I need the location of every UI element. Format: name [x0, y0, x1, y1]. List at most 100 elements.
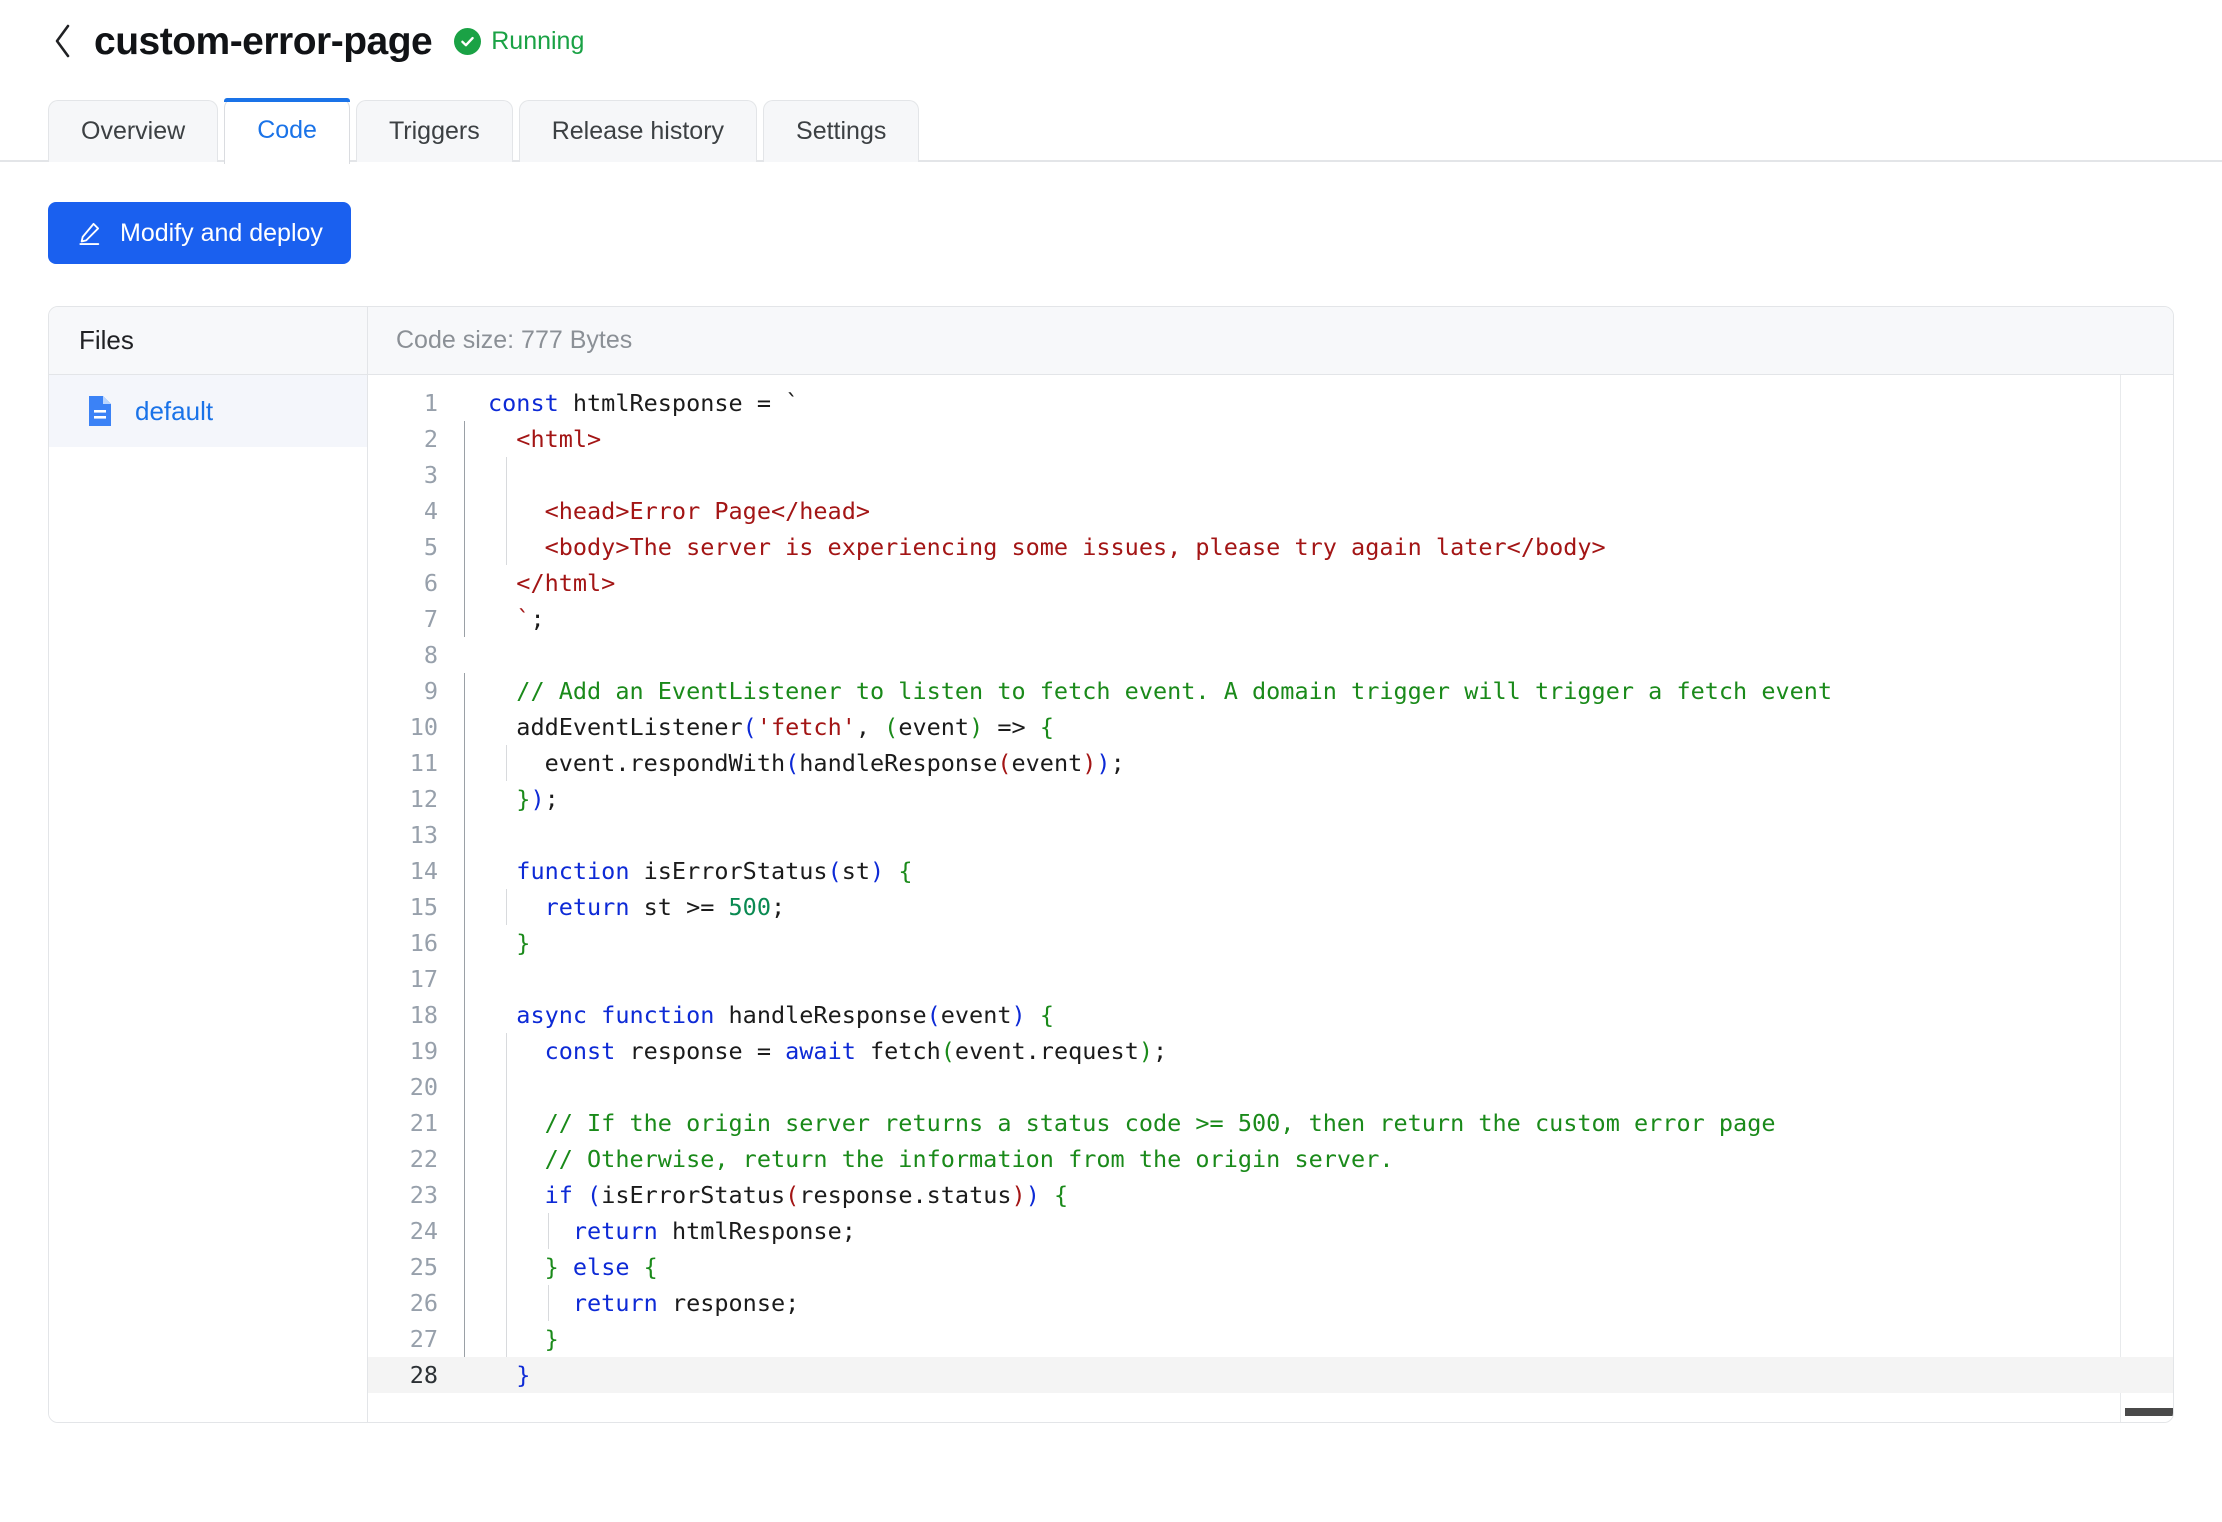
code-line[interactable]: 3: [368, 457, 2173, 493]
page-header: custom-error-page Running: [0, 0, 2222, 61]
modify-and-deploy-button[interactable]: Modify and deploy: [48, 202, 351, 264]
code-line[interactable]: 5 <body>The server is experiencing some …: [368, 529, 2173, 565]
line-number: 21: [409, 1109, 438, 1137]
code-line-text: addEventListener('fetch', (event) => {: [464, 709, 2173, 745]
tab-label: Settings: [796, 117, 887, 145]
file-document-icon: [87, 395, 113, 427]
code-line[interactable]: 20: [368, 1069, 2173, 1105]
code-token: ;: [544, 785, 559, 813]
indent-guide: [464, 1249, 465, 1285]
code-token: ;: [1153, 1037, 1168, 1065]
code-line[interactable]: 8: [368, 637, 2173, 673]
code-token: ;: [530, 605, 545, 633]
tab-bar: Overview Code Triggers Release history S…: [0, 96, 2222, 164]
line-number: 10: [409, 713, 438, 741]
tab-triggers[interactable]: Triggers: [355, 100, 513, 162]
code-line[interactable]: 15 return st >= 500;: [368, 889, 2173, 925]
indent-guide: [464, 493, 465, 529]
code-token: st: [841, 857, 871, 885]
horizontal-scrollbar[interactable]: [2125, 1408, 2173, 1416]
code-line[interactable]: 16 }: [368, 925, 2173, 961]
code-line[interactable]: 23 if (isErrorStatus(response.status)) {: [368, 1177, 2173, 1213]
indent-guide: [464, 673, 465, 709]
code-line[interactable]: 1 const htmlResponse = `: [368, 385, 2173, 421]
code-line[interactable]: 28 }: [368, 1357, 2173, 1393]
code-line-text: // Add an EventListener to listen to fet…: [464, 673, 2173, 709]
line-number: 9: [423, 677, 438, 705]
line-number: 12: [409, 785, 438, 813]
code-line[interactable]: 27 }: [368, 1321, 2173, 1357]
tab-release-history[interactable]: Release history: [518, 100, 758, 162]
code-line[interactable]: 7 `;: [368, 601, 2173, 637]
code-editor[interactable]: 1 const htmlResponse = ` 2 <html> 3 4 <head>…: [368, 375, 2173, 1422]
line-number: 28: [409, 1361, 438, 1389]
indent-guide: [464, 709, 465, 745]
code-token: 500: [728, 893, 771, 921]
code-token: htmlResponse = `: [572, 389, 800, 417]
code-line[interactable]: 25 } else {: [368, 1249, 2173, 1285]
code-line[interactable]: 13: [368, 817, 2173, 853]
code-line[interactable]: 2 <html>: [368, 421, 2173, 457]
code-token: (: [884, 713, 899, 741]
code-line[interactable]: 17: [368, 961, 2173, 997]
code-token: function: [516, 857, 644, 885]
code-token: addEventListener: [488, 713, 743, 741]
code-line[interactable]: 9 // Add an EventListener to listen to f…: [368, 673, 2173, 709]
line-number: 2: [423, 425, 438, 453]
code-line[interactable]: 6 </html>: [368, 565, 2173, 601]
line-number: 17: [409, 965, 438, 993]
line-number: 4: [423, 497, 438, 525]
action-bar: Modify and deploy: [0, 162, 2222, 264]
code-line[interactable]: 22 // Otherwise, return the information …: [368, 1141, 2173, 1177]
tab-code[interactable]: Code: [224, 98, 350, 164]
code-line-text: <body>The server is experiencing some is…: [464, 529, 2173, 565]
indent-guide: [506, 493, 507, 529]
indent-guide: [464, 601, 465, 637]
code-line[interactable]: 18 async function handleResponse(event) …: [368, 997, 2173, 1033]
code-line[interactable]: 10 addEventListener('fetch', (event) => …: [368, 709, 2173, 745]
code-line[interactable]: 14 function isErrorStatus(st) {: [368, 853, 2173, 889]
line-number: 16: [409, 929, 438, 957]
code-line[interactable]: 24 return htmlResponse;: [368, 1213, 2173, 1249]
tab-settings[interactable]: Settings: [763, 100, 920, 162]
code-line-text: // Otherwise, return the information fro…: [464, 1141, 2173, 1177]
code-line-list: 1 const htmlResponse = ` 2 <html> 3 4 <head>…: [368, 385, 2173, 1393]
indent-guide: [464, 1141, 465, 1177]
code-token: // Add an EventListener to listen to fet…: [488, 677, 1833, 705]
indent-guide: [464, 781, 465, 817]
back-button[interactable]: [48, 24, 78, 58]
indent-guide: [464, 421, 465, 457]
indent-guide: [464, 997, 465, 1033]
code-line[interactable]: 11 event.respondWith(handleResponse(even…: [368, 745, 2173, 781]
code-token: }: [516, 785, 531, 813]
indent-guide: [548, 1285, 549, 1321]
code-line[interactable]: 4 <head>Error Page</head>: [368, 493, 2173, 529]
tab-overview[interactable]: Overview: [48, 100, 219, 162]
code-line[interactable]: 19 const response = await fetch(event.re…: [368, 1033, 2173, 1069]
line-number: 23: [409, 1181, 438, 1209]
code-line[interactable]: 12 });: [368, 781, 2173, 817]
code-token: ): [1011, 1001, 1026, 1029]
indent-guide: [464, 1285, 465, 1321]
code-line[interactable]: 21 // If the origin server returns a sta…: [368, 1105, 2173, 1141]
code-line-text: </html>: [464, 565, 2173, 601]
code-line[interactable]: 26 return response;: [368, 1285, 2173, 1321]
indent-guide: [464, 745, 465, 781]
indent-guide: [506, 1033, 507, 1069]
code-token: handleResponse: [728, 1001, 927, 1029]
indent-guide: [464, 853, 465, 889]
line-number: 14: [409, 857, 438, 885]
code-token: ;: [1110, 749, 1125, 777]
line-number: 25: [409, 1253, 438, 1281]
code-line-text: async function handleResponse(event) {: [464, 997, 2173, 1033]
indent-guide: [464, 1321, 465, 1357]
file-item-default[interactable]: default: [49, 375, 367, 447]
